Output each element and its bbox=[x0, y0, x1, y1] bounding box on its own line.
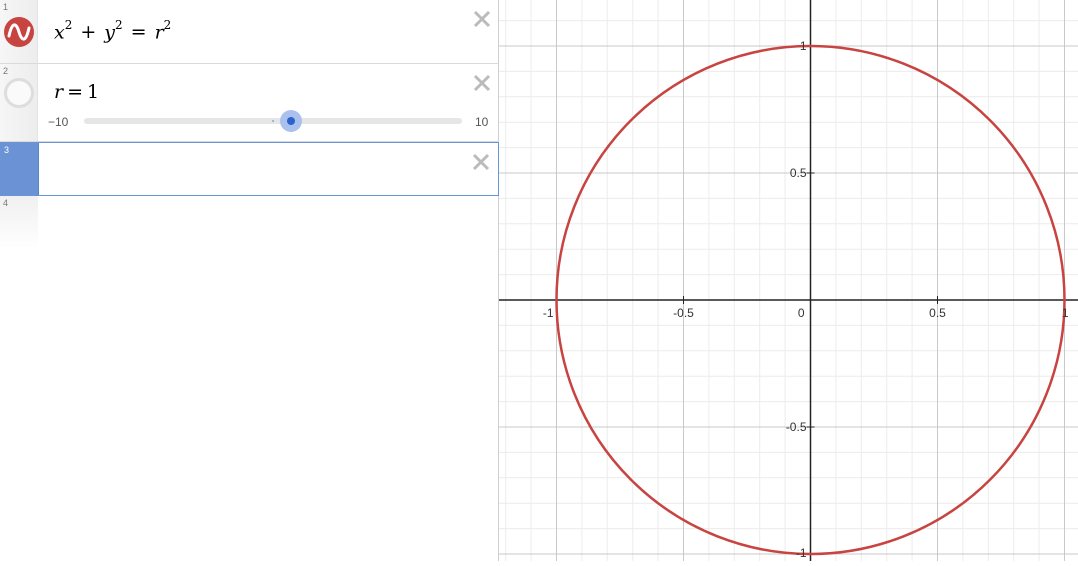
expression-math[interactable]: x2 + y2 = r2 bbox=[54, 18, 172, 44]
close-icon[interactable] bbox=[470, 151, 492, 173]
var-r: r bbox=[54, 81, 64, 103]
exponent: 2 bbox=[163, 18, 172, 32]
x-tick-label: 0 bbox=[798, 306, 805, 320]
expression-row-2[interactable]: 2 bbox=[0, 64, 499, 142]
hidden-circle-icon[interactable] bbox=[4, 78, 34, 108]
y-tick-label: -1 bbox=[796, 546, 807, 560]
y-tick-label: -0.5 bbox=[786, 420, 807, 434]
x-tick-label: -0.5 bbox=[673, 306, 694, 320]
slider-value: 1 bbox=[87, 81, 100, 103]
expression-number: 1 bbox=[3, 2, 9, 12]
expression-row-3[interactable]: 3 bbox=[0, 142, 499, 196]
close-icon[interactable] bbox=[471, 72, 493, 94]
slider-zero-tick bbox=[272, 120, 274, 122]
slider-handle-dot[interactable] bbox=[287, 117, 295, 125]
var-y: y bbox=[104, 21, 116, 44]
graph-paper[interactable]: -1 -0.5 0 0.5 1 1 0.5 -0.5 -1 bbox=[499, 0, 1078, 561]
var-r: r bbox=[154, 21, 164, 44]
expression-row-1[interactable]: 1 x2 + y2 = r2 bbox=[0, 0, 499, 64]
equals-operator: = bbox=[130, 21, 147, 44]
expression-number: 3 bbox=[4, 145, 10, 155]
var-x: x bbox=[54, 21, 65, 44]
y-tick-label: 0.5 bbox=[790, 166, 807, 180]
series-wave-icon[interactable] bbox=[4, 17, 34, 47]
graph-canvas[interactable]: -1 -0.5 0 0.5 1 1 0.5 -0.5 -1 bbox=[499, 0, 1078, 561]
expression-number: 4 bbox=[3, 198, 9, 208]
x-tick-label: 1 bbox=[1062, 306, 1069, 320]
exponent: 2 bbox=[115, 18, 123, 32]
expression-gutter: 4 bbox=[0, 196, 38, 248]
expression-list: 1 x2 + y2 = r2 2 r = 1 −10 10 3 4 bbox=[0, 0, 499, 561]
plus-operator: + bbox=[80, 21, 97, 44]
close-icon[interactable] bbox=[471, 8, 493, 30]
y-tick-label: 1 bbox=[800, 39, 807, 53]
slider-expression-math[interactable]: r = 1 bbox=[54, 81, 99, 103]
expression-row-4[interactable]: 4 bbox=[0, 196, 499, 248]
slider-max-label[interactable]: 10 bbox=[475, 115, 488, 129]
equals-operator: = bbox=[67, 81, 84, 103]
exponent: 2 bbox=[64, 18, 73, 32]
x-tick-label: -1 bbox=[543, 306, 554, 320]
expression-number: 2 bbox=[3, 66, 9, 76]
expression-gutter: 3 bbox=[1, 143, 39, 195]
x-tick-label: 0.5 bbox=[929, 306, 946, 320]
slider-min-label[interactable]: −10 bbox=[48, 115, 68, 129]
